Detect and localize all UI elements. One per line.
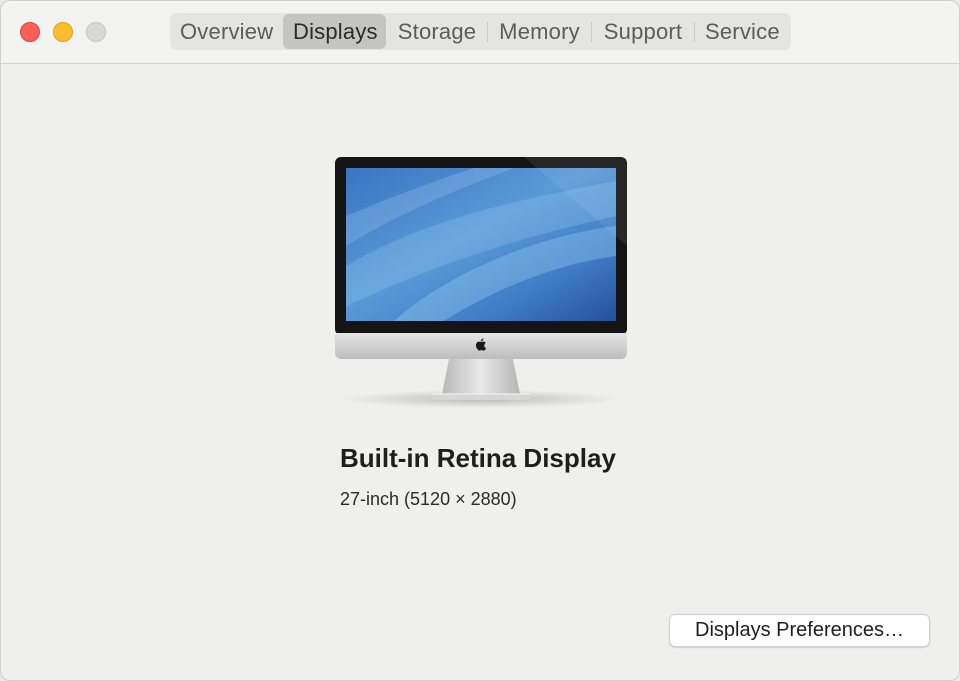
- tab-overview[interactable]: Overview: [170, 14, 283, 49]
- imac-icon: [334, 156, 628, 408]
- tab-support[interactable]: Support: [592, 14, 694, 49]
- about-this-mac-window: Overview Displays Storage Memory Support…: [0, 0, 960, 681]
- display-name: Built-in Retina Display: [340, 443, 616, 473]
- tab-memory[interactable]: Memory: [488, 14, 591, 49]
- tab-bar: Overview Displays Storage Memory Support…: [170, 13, 791, 50]
- tab-storage[interactable]: Storage: [387, 14, 487, 49]
- minimize-window-button[interactable]: [53, 22, 73, 42]
- zoom-window-button[interactable]: [86, 22, 106, 42]
- close-window-button[interactable]: [20, 22, 40, 42]
- tab-displays[interactable]: Displays: [283, 14, 386, 49]
- display-resolution: 27-inch (5120 × 2880): [340, 489, 517, 509]
- tab-service[interactable]: Service: [695, 14, 789, 49]
- displays-preferences-button[interactable]: Displays Preferences…: [669, 614, 930, 647]
- title-bar: Overview Displays Storage Memory Support…: [1, 1, 959, 64]
